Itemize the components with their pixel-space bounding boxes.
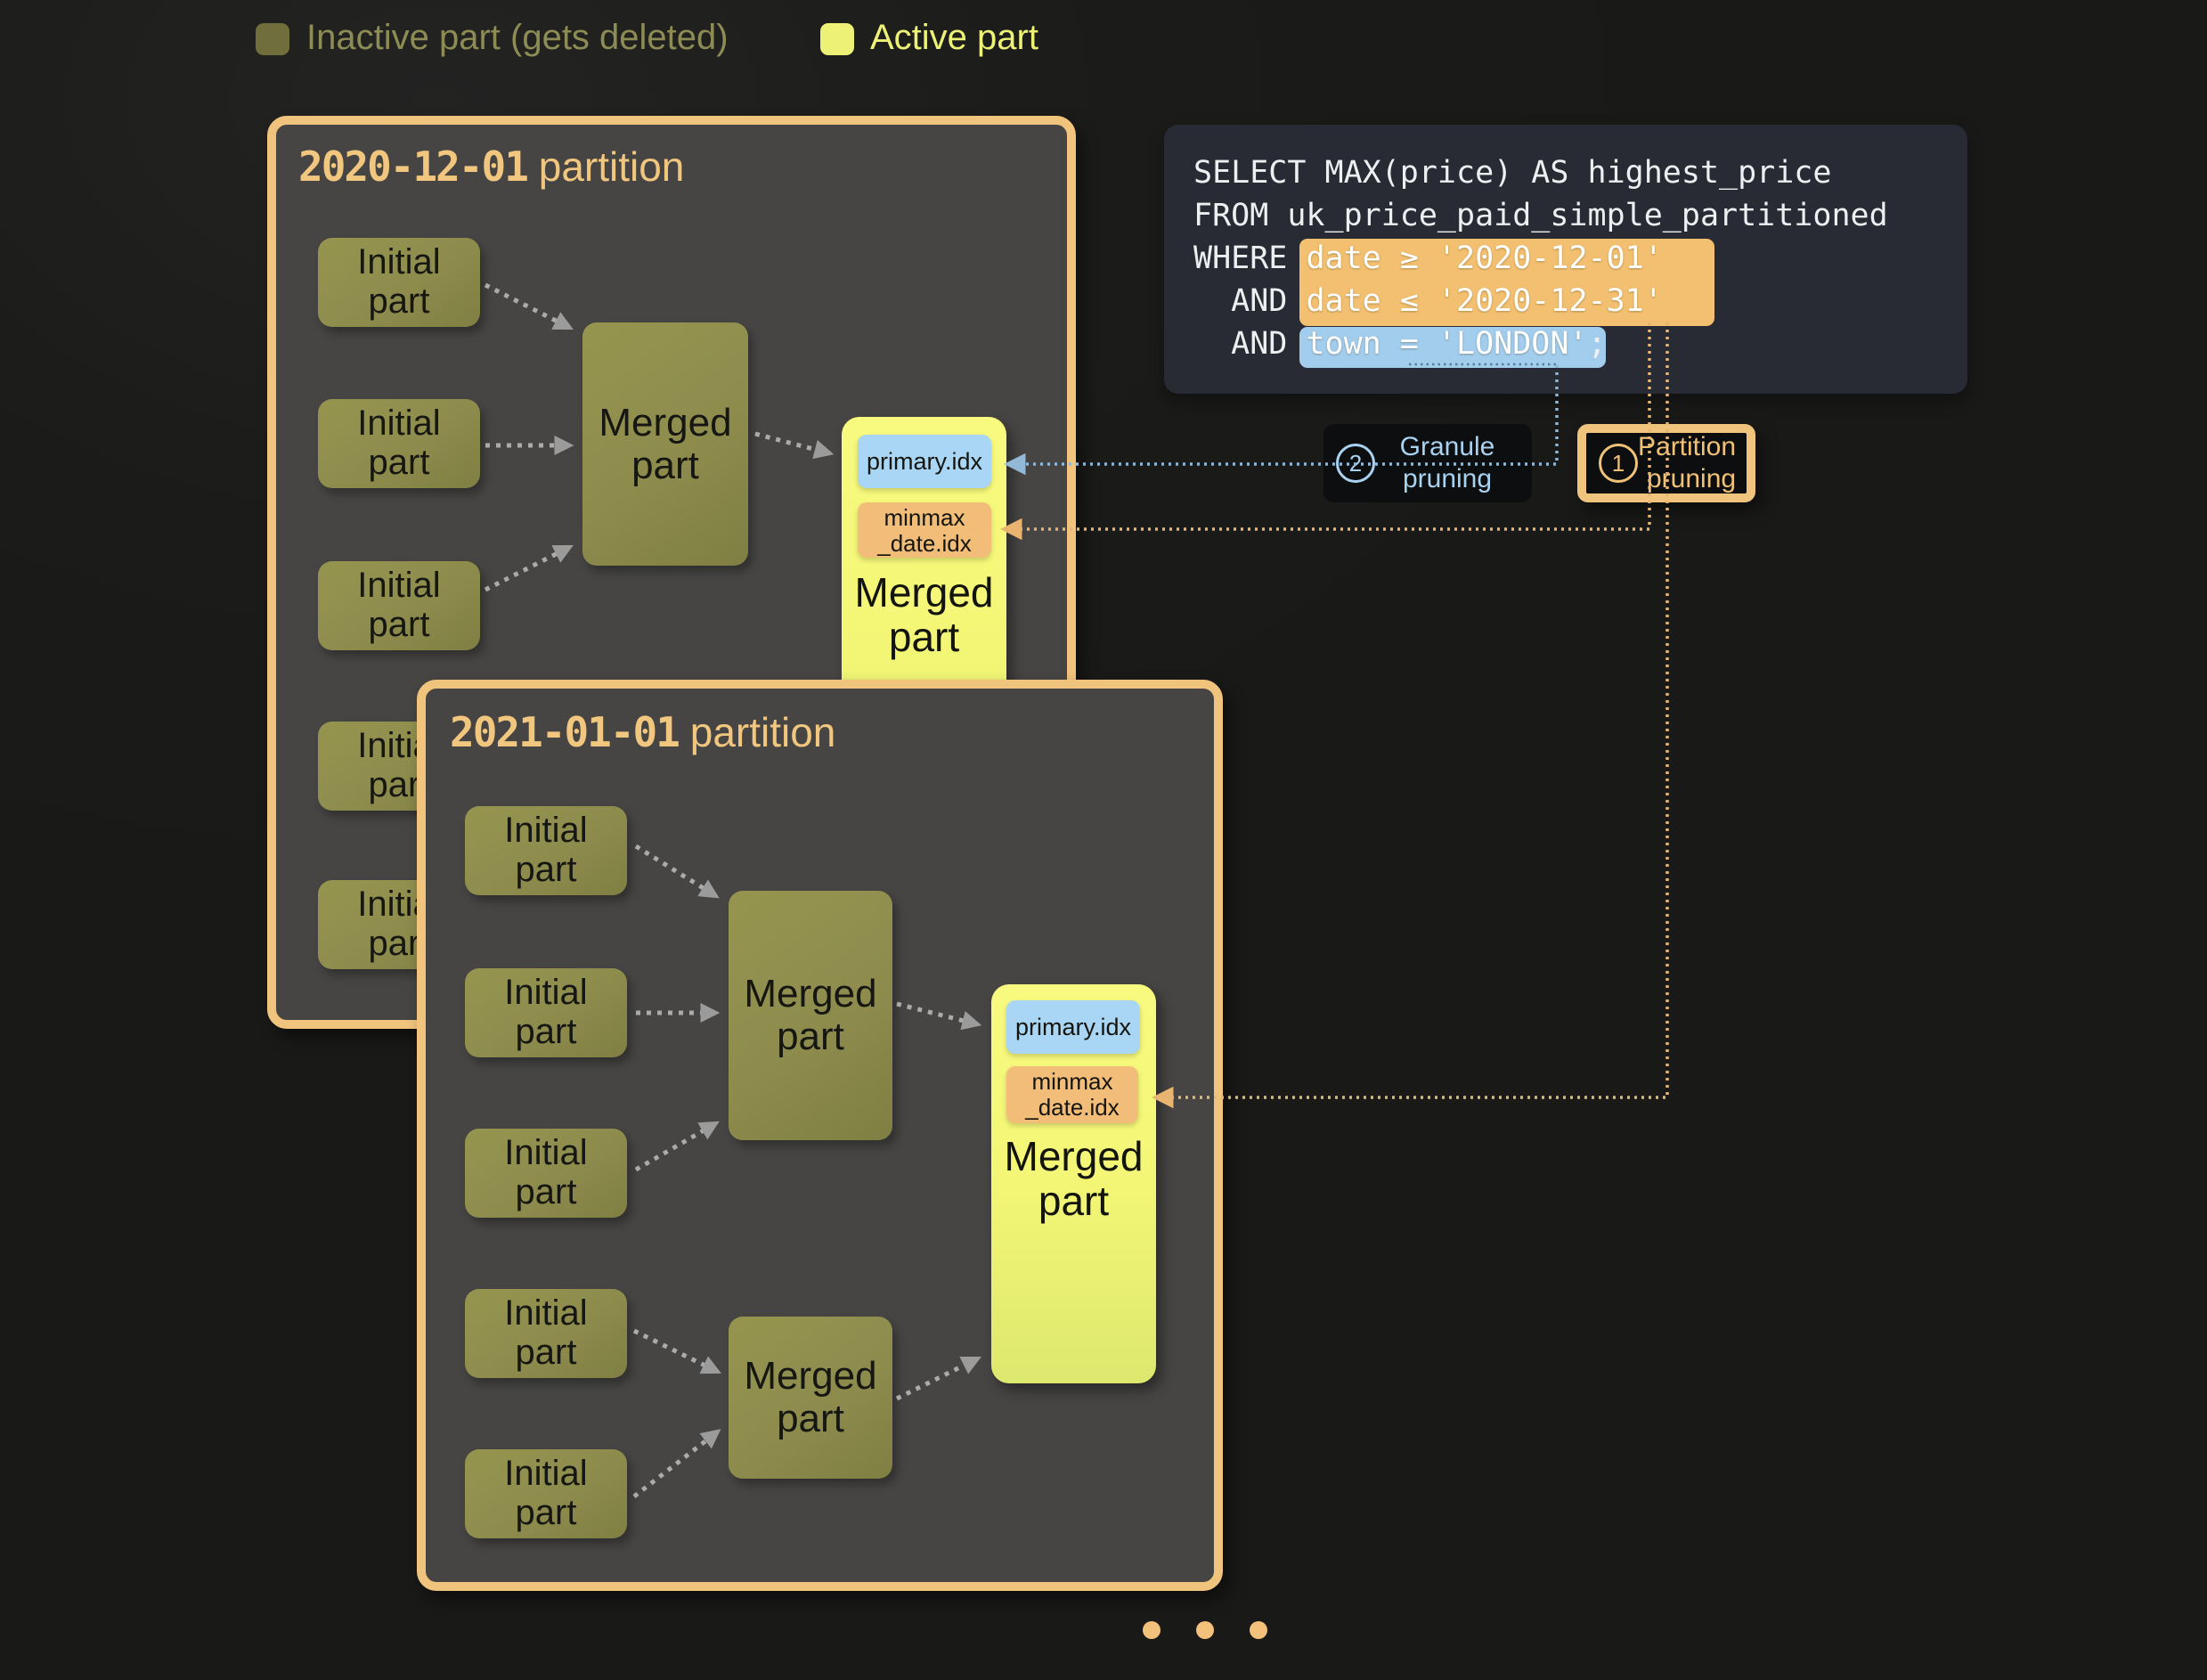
partition-suffix: partition bbox=[527, 143, 684, 190]
partition-date: 2021-01-01 bbox=[450, 708, 679, 756]
initial-part-box: Initial part bbox=[465, 1449, 627, 1538]
carousel-dot[interactable] bbox=[1250, 1621, 1267, 1639]
legend-active-label: Active part bbox=[870, 18, 1038, 57]
merged-part-box: Merged part bbox=[729, 891, 892, 1140]
sql-date-from-condition: date ≥ '2020-12-01' bbox=[1306, 241, 1662, 276]
partition-2021-01-01-box: 2021-01-01 partition Initial part Initia… bbox=[417, 680, 1223, 1591]
sql-query-block: SELECT MAX(price) AS highest_price FROM … bbox=[1164, 125, 1967, 394]
callout-granule-pruning: 2 Granule pruning bbox=[1323, 424, 1532, 502]
sql-line-3-keyword: WHERE bbox=[1193, 241, 1306, 276]
initial-part-box: Initial part bbox=[465, 1289, 627, 1378]
sql-line-1: SELECT MAX(price) AS highest_price bbox=[1193, 155, 1831, 191]
initial-part-box: Initial part bbox=[465, 968, 627, 1057]
primary-idx-chip: primary.idx bbox=[858, 435, 991, 488]
partition-pruning-label: Partition pruning bbox=[1638, 431, 1736, 495]
inactive-part-swatch bbox=[256, 23, 289, 55]
active-part-swatch bbox=[820, 23, 854, 55]
granule-pruning-label: Granule pruning bbox=[1375, 431, 1519, 495]
legend-inactive-label: Inactive part (gets deleted) bbox=[306, 18, 729, 57]
partition-title: 2021-01-01 partition bbox=[450, 708, 835, 756]
sql-line-2: FROM uk_price_paid_simple_partitioned bbox=[1193, 198, 1888, 233]
initial-part-box: Initial part bbox=[318, 561, 480, 650]
circled-number-2-icon: 2 bbox=[1336, 444, 1375, 483]
diagram-canvas: Inactive part (gets deleted) Active part… bbox=[0, 0, 2207, 1680]
carousel-dot[interactable] bbox=[1196, 1621, 1214, 1639]
sql-code: SELECT MAX(price) AS highest_price FROM … bbox=[1193, 151, 1888, 365]
active-merged-part-label: Merged part bbox=[842, 570, 1006, 659]
active-merged-part-box: primary.idx minmax _date.idx Merged part bbox=[991, 984, 1156, 1383]
initial-part-box: Initial part bbox=[318, 399, 480, 488]
partition-title: 2020-12-01 partition bbox=[298, 143, 684, 191]
sql-date-to-condition: date ≤ '2020-12-31' bbox=[1306, 283, 1662, 319]
partition-suffix: partition bbox=[679, 709, 835, 755]
initial-part-box: Initial part bbox=[465, 1129, 627, 1218]
sql-line-4-keyword: AND bbox=[1193, 283, 1306, 319]
merged-part-box: Merged part bbox=[582, 322, 748, 566]
sql-town-condition: town = 'LONDON' bbox=[1306, 326, 1587, 362]
minmax-date-idx-chip: minmax _date.idx bbox=[858, 502, 991, 558]
partition-date: 2020-12-01 bbox=[298, 143, 527, 191]
initial-part-box: Initial part bbox=[318, 238, 480, 327]
carousel-dot[interactable] bbox=[1143, 1621, 1161, 1639]
primary-idx-chip: primary.idx bbox=[1006, 1000, 1140, 1054]
active-merged-part-label: Merged part bbox=[991, 1134, 1156, 1223]
minmax-date-idx-chip: minmax _date.idx bbox=[1006, 1066, 1138, 1123]
sql-line-5-keyword: AND bbox=[1193, 326, 1306, 362]
merged-part-box: Merged part bbox=[729, 1317, 892, 1479]
sql-semicolon: ; bbox=[1588, 326, 1607, 362]
initial-part-box: Initial part bbox=[465, 806, 627, 895]
callout-partition-pruning: 1 Partition pruning bbox=[1577, 424, 1755, 502]
circled-number-1-icon: 1 bbox=[1599, 444, 1638, 483]
